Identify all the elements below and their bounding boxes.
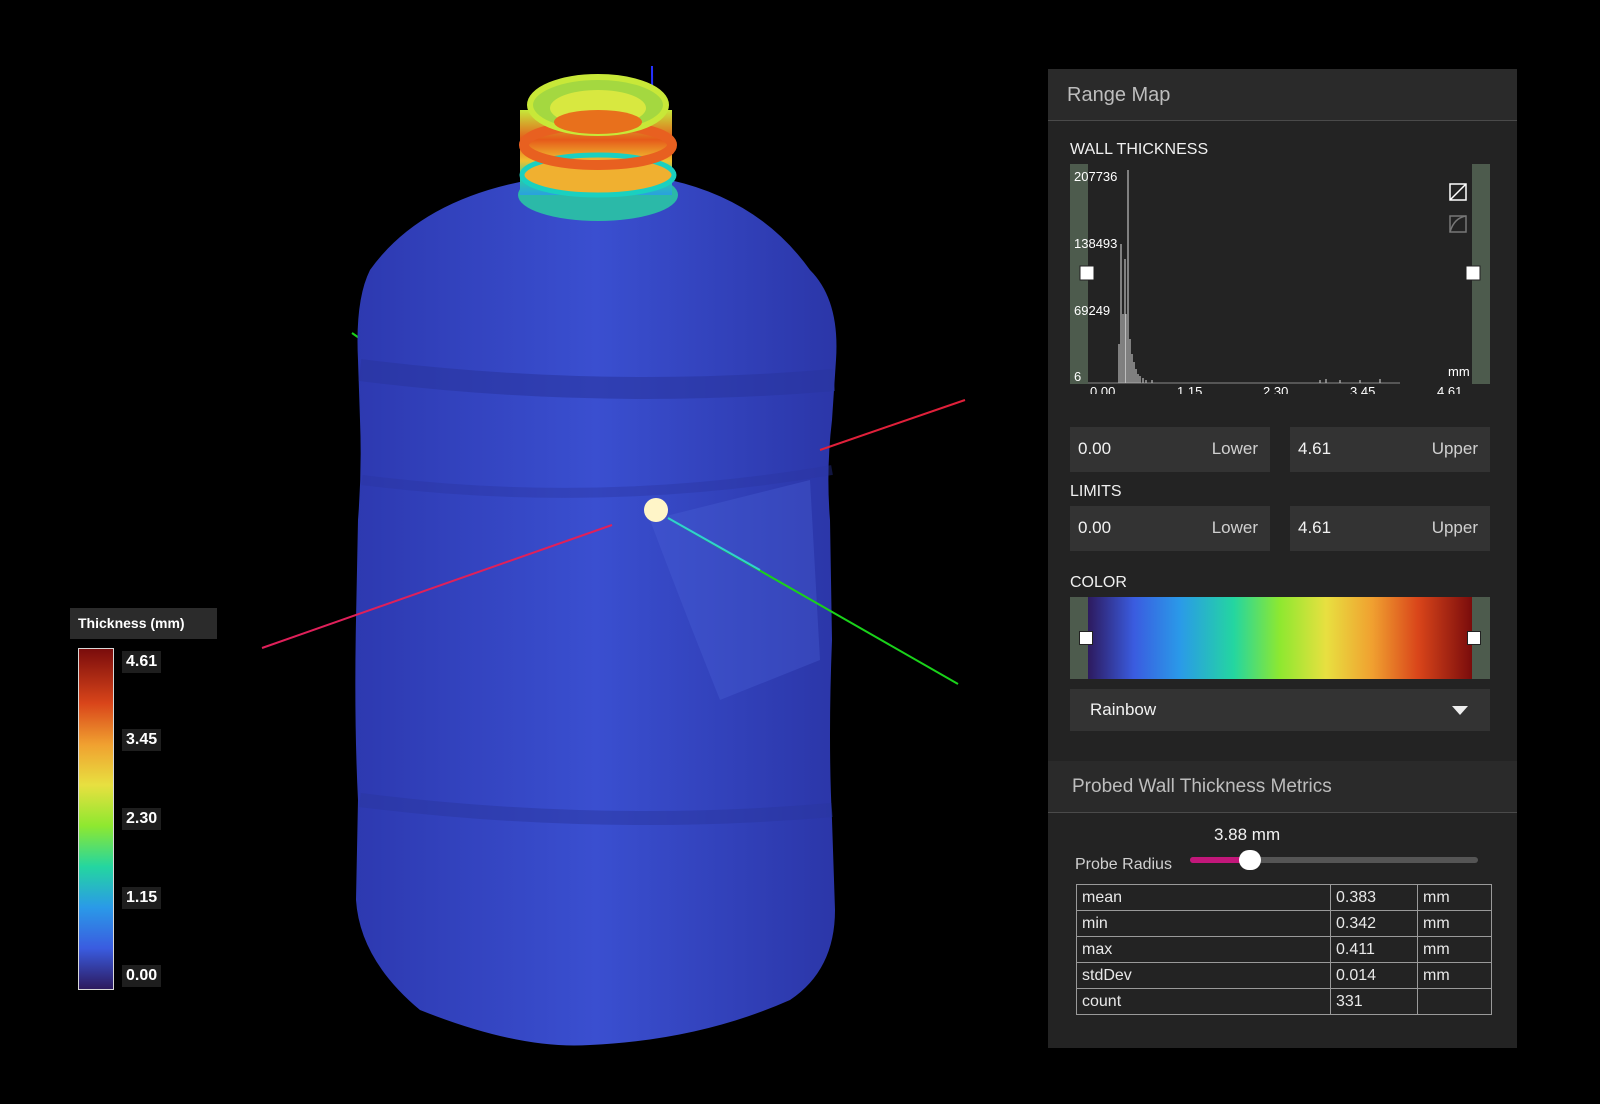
limits-upper-field[interactable]: 4.61 Upper <box>1290 506 1490 551</box>
legend-tick-max: 4.61 <box>122 651 162 673</box>
range-lower-value: 0.00 <box>1078 439 1112 458</box>
metric-value: 0.383 <box>1330 884 1418 911</box>
3d-viewport[interactable] <box>0 0 1040 1104</box>
legend-tick-2: 2.30 <box>122 808 162 830</box>
log-scale-icon[interactable] <box>1449 215 1467 233</box>
metric-unit: mm <box>1417 962 1492 989</box>
metrics-row: min 0.342 mm <box>1076 910 1492 937</box>
limits-upper-label: Upper <box>1431 518 1478 537</box>
hist-unit-label: mm <box>1448 364 1470 379</box>
metric-unit: mm <box>1417 910 1492 937</box>
histogram-lower-handle <box>1079 265 1095 281</box>
hist-x-label-2: 2.30 <box>1263 384 1288 394</box>
limits-lower-value: 0.00 <box>1078 518 1112 537</box>
color-upper-handle[interactable] <box>1467 631 1481 645</box>
range-lower-field[interactable]: 0.00 Lower <box>1070 427 1270 472</box>
hist-x-label-0: 0.00 <box>1090 384 1115 394</box>
legend-tick-3: 3.45 <box>122 729 162 751</box>
metric-name: count <box>1076 988 1331 1015</box>
legend-tick-1: 1.15 <box>122 887 162 909</box>
metrics-row: stdDev 0.014 mm <box>1076 962 1492 989</box>
metric-name: max <box>1076 936 1331 963</box>
metrics-table: mean 0.383 mm min 0.342 mm max 0.411 mm stdDev 0.0… <box>1076 884 1492 1015</box>
probe-radius-value: 3.88 mm <box>1214 825 1281 844</box>
metric-value: 0.411 <box>1330 936 1418 963</box>
x-axis-line-right <box>819 399 966 451</box>
probe-radius-slider-thumb[interactable] <box>1239 850 1262 870</box>
thickness-legend: Thickness (mm) 4.61 3.45 2.30 1.15 0.00 <box>70 608 217 990</box>
range-lower-label: Lower <box>1211 439 1258 458</box>
metric-value: 0.014 <box>1330 962 1418 989</box>
panel-title: Range Map <box>1048 69 1517 121</box>
range-upper-label: Upper <box>1431 439 1478 458</box>
hist-x-label-4: 4.61 <box>1437 384 1462 394</box>
metrics-row: mean 0.383 mm <box>1076 884 1492 911</box>
chevron-down-icon <box>1452 706 1468 715</box>
colormap-selected: Rainbow <box>1090 700 1157 719</box>
color-lower-handle[interactable] <box>1079 631 1093 645</box>
color-label: COLOR <box>1070 574 1127 591</box>
range-upper-value: 4.61 <box>1298 439 1332 458</box>
wall-thickness-label: WALL THICKNESS <box>1070 141 1209 158</box>
colormap-dropdown[interactable]: Rainbow <box>1070 689 1490 731</box>
probe-radius-label: Probe Radius <box>1075 856 1172 873</box>
range-upper-field[interactable]: 4.61 Upper <box>1290 427 1490 472</box>
rainbow-gradient <box>1088 597 1472 679</box>
metric-name: mean <box>1076 884 1331 911</box>
metrics-row: count 331 <box>1076 988 1492 1015</box>
probe-marker <box>644 498 668 522</box>
limits-lower-field[interactable]: 0.00 Lower <box>1070 506 1270 551</box>
legend-tick-min: 0.00 <box>122 965 162 987</box>
limits-lower-label: Lower <box>1211 518 1258 537</box>
histogram-upper-handle <box>1465 265 1481 281</box>
hist-y-label-min: 6 <box>1074 369 1081 384</box>
bottle-scene <box>261 65 966 1046</box>
metrics-row: max 0.411 mm <box>1076 936 1492 963</box>
hist-y-label-max: 207736 <box>1074 169 1117 184</box>
legend-color-bar <box>78 648 114 990</box>
probe-section-title: Probed Wall Thickness Metrics <box>1048 761 1517 813</box>
metric-value: 0.342 <box>1330 910 1418 937</box>
hist-x-label-1: 1.15 <box>1177 384 1202 394</box>
metric-unit <box>1417 988 1492 1015</box>
range-map-panel: Range Map WALL THICKNESS 207736 138493 6… <box>1048 69 1517 1048</box>
hist-x-label-3: 3.45 <box>1350 384 1375 394</box>
limits-upper-value: 4.61 <box>1298 518 1332 537</box>
metric-name: stdDev <box>1076 962 1331 989</box>
limits-label: LIMITS <box>1070 483 1122 500</box>
linear-scale-icon[interactable] <box>1449 183 1467 201</box>
legend-title: Thickness (mm) <box>70 608 217 639</box>
metric-unit: mm <box>1417 884 1492 911</box>
hist-y-label-2: 138493 <box>1074 236 1117 251</box>
probe-radius-slider[interactable] <box>1190 850 1478 870</box>
histogram-bars <box>1118 170 1381 383</box>
metric-unit: mm <box>1417 936 1492 963</box>
metric-value: 331 <box>1330 988 1418 1015</box>
thickness-histogram[interactable]: 207736 138493 69249 6 mm 0.00 1.15 2.30 … <box>1070 164 1490 394</box>
metric-name: min <box>1076 910 1331 937</box>
color-map-bar[interactable] <box>1070 597 1490 679</box>
hist-y-label-1: 69249 <box>1074 303 1110 318</box>
